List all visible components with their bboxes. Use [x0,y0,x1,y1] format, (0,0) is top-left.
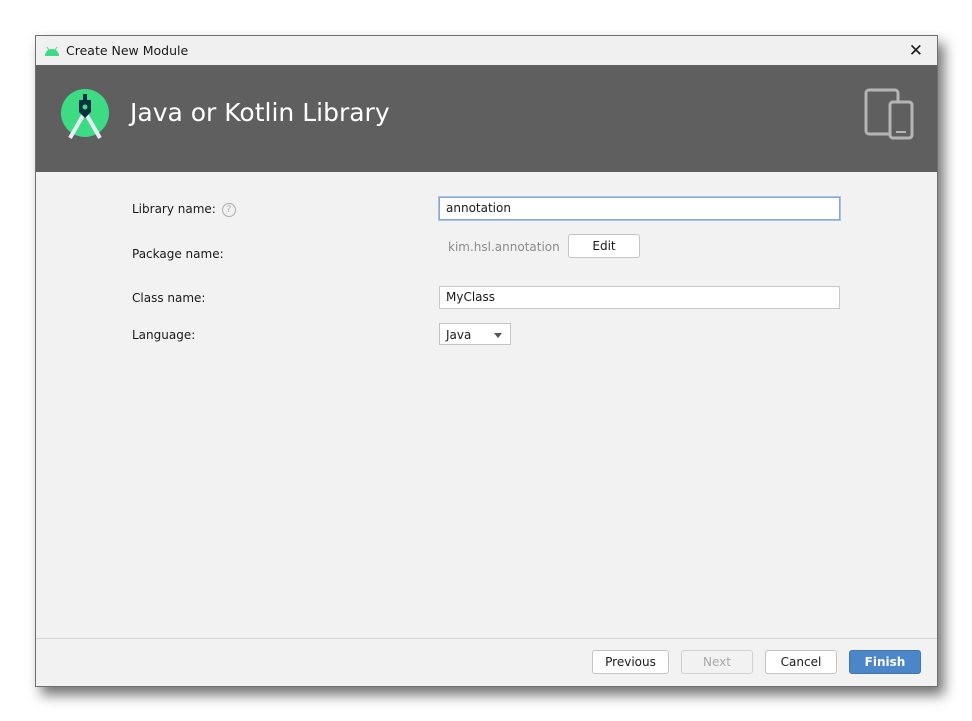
help-icon[interactable]: ? [221,202,236,217]
close-icon[interactable]: ✕ [909,41,923,61]
page-title: Java or Kotlin Library [130,98,390,127]
library-name-label-text: Library name: [132,202,216,216]
title-bar: Create New Module ✕ [36,36,937,65]
window-title: Create New Module [66,43,189,58]
finish-button[interactable]: Finish [849,650,921,674]
create-module-dialog: Create New Module ✕ Java or Kotlin Libra… [35,35,938,687]
class-name-input[interactable]: MyClass [439,286,840,309]
android-icon [45,46,59,56]
android-studio-logo [61,89,109,139]
tablet-phone-icon [864,88,914,140]
package-name-value: kim.hsl.annotation [448,240,560,254]
footer-divider [36,638,937,639]
cancel-button[interactable]: Cancel [765,650,837,674]
language-value: Java [446,328,472,342]
header-banner: Java or Kotlin Library [36,65,937,172]
class-name-label: Class name: [132,291,206,305]
chevron-down-icon [494,333,502,338]
edit-package-button[interactable]: Edit [568,234,640,258]
previous-button[interactable]: Previous [592,650,669,674]
language-label: Language: [132,328,196,342]
library-name-input[interactable]: annotation [439,197,840,220]
language-select[interactable]: Java [439,323,511,345]
next-button[interactable]: Next [681,650,753,674]
library-name-label: Library name:? [132,202,236,217]
package-name-label: Package name: [132,247,224,261]
